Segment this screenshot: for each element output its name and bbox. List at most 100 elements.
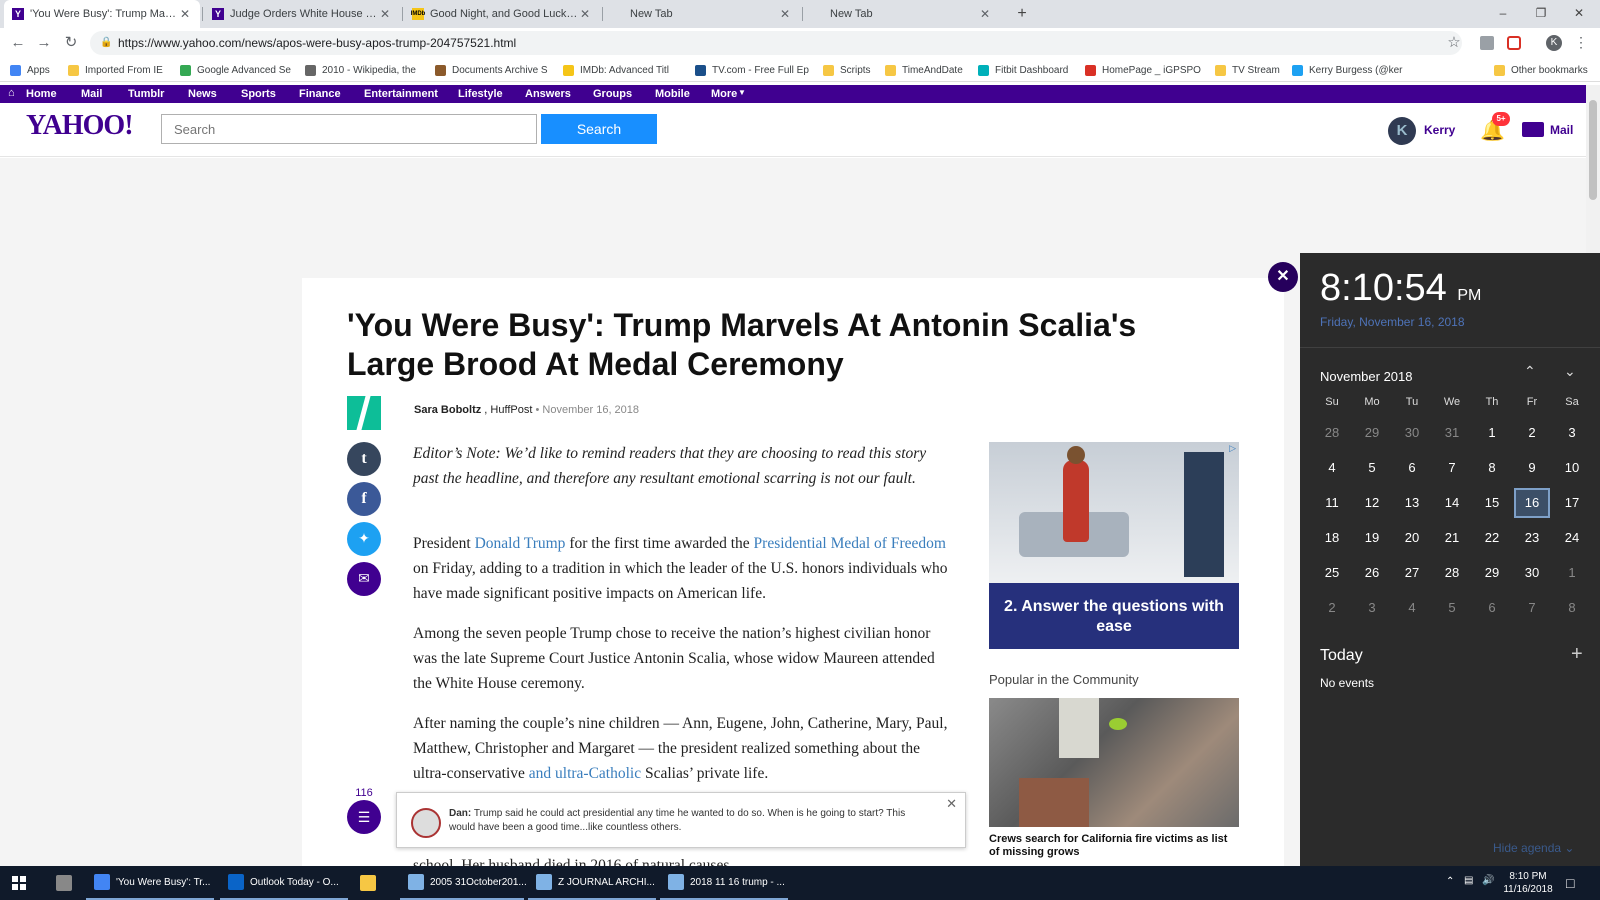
mail-icon[interactable] [1522,122,1544,137]
yahoo-nav-entertainment[interactable]: Entertainment [364,85,438,103]
close-tab-icon[interactable]: ✕ [778,7,792,21]
tray-clock[interactable]: 8:10 PM 11/16/2018 [1500,870,1556,896]
yahoo-nav-news[interactable]: News [188,85,217,103]
network-icon[interactable]: ▤ [1464,875,1473,886]
bookmark-item[interactable]: TimeAndDate [885,62,973,78]
browser-tab[interactable]: Y 'You Were Busy': Trump Marvels At✕ [4,0,200,28]
browser-tab[interactable]: Y Judge Orders White House To Re ✕ [204,0,400,28]
calendar-day[interactable]: 6 [1474,593,1510,623]
star-icon[interactable]: ☆ [1444,33,1464,53]
calendar-day[interactable]: 3 [1354,593,1390,623]
yahoo-nav-answers[interactable]: Answers [525,85,571,103]
profile-avatar[interactable]: K [1546,35,1562,51]
tumblr-share-button[interactable]: t [347,442,381,476]
facebook-share-button[interactable]: f [347,482,381,516]
user-name[interactable]: Kerry [1424,123,1455,137]
calendar-day[interactable]: 21 [1434,523,1470,553]
calendar-day[interactable]: 28 [1434,558,1470,588]
adchoices-icon[interactable]: ▷ [1229,443,1236,454]
comment-icon[interactable]: ☰ [347,800,381,834]
search-button[interactable]: Search [541,114,657,144]
taskbar-item[interactable]: 2018 11 16 trump - ... [660,866,788,900]
calendar-day[interactable]: 2 [1314,593,1350,623]
search-input[interactable] [161,114,537,144]
back-icon[interactable]: ← [8,33,28,53]
avatar[interactable]: K [1388,117,1416,145]
calendar-day[interactable]: 1 [1474,418,1510,448]
calendar-day[interactable]: 10 [1554,453,1590,483]
calendar-day[interactable]: 5 [1354,453,1390,483]
ultra-catholic-link[interactable]: and ultra-Catholic [529,765,641,782]
calendar-day[interactable]: 17 [1554,488,1590,518]
taskbar-item[interactable]: Z JOURNAL ARCHI... [528,866,656,900]
reload-icon[interactable]: ↻ [61,33,81,53]
clock-date[interactable]: Friday, November 16, 2018 [1320,315,1465,329]
chevron-up-icon[interactable]: ⌃ [1446,876,1454,887]
calendar-day[interactable]: 8 [1554,593,1590,623]
menu-icon[interactable]: ⋮ [1574,34,1588,51]
calendar-day[interactable]: 7 [1514,593,1550,623]
windows-start-icon[interactable] [12,876,26,890]
yahoo-nav-more[interactable]: More [711,85,737,103]
taskbar-item[interactable]: 2005 31October201... [400,866,527,900]
calendar-day[interactable]: 24 [1554,523,1590,553]
bookmark-item[interactable]: HomePage _ iGPSPO [1085,62,1210,78]
close-tab-icon[interactable]: ✕ [178,7,192,21]
donald-trump-link[interactable]: Donald Trump [475,535,566,552]
bookmark-item[interactable]: Google Advanced Se [180,62,300,78]
bookmark-item[interactable]: Imported From IE [68,62,173,78]
twitter-share-button[interactable]: ✦ [347,522,381,556]
taskbar-item[interactable] [352,866,396,900]
bookmark-item[interactable]: Documents Archive S [435,62,560,78]
hide-agenda-link[interactable]: Hide agenda ⌄ [1493,841,1574,855]
bookmark-item[interactable]: Other bookmarks [1494,62,1594,78]
scrollbar-thumb[interactable] [1589,100,1597,200]
bookmark-item[interactable]: Fitbit Dashboard [978,62,1080,78]
calendar-day[interactable]: 4 [1314,453,1350,483]
yahoo-nav-home[interactable]: Home [26,85,57,103]
taskbar-item[interactable]: 'You Were Busy': Tr... [86,866,214,900]
chevron-down-icon[interactable]: ⌄ [1564,363,1576,380]
yahoo-nav-sports[interactable]: Sports [241,85,276,103]
yahoo-nav-mail[interactable]: Mail [81,85,102,103]
calendar-day[interactable]: 18 [1314,523,1350,553]
calendar-day[interactable]: 8 [1474,453,1510,483]
add-event-icon[interactable]: + [1571,643,1583,666]
calendar-day[interactable]: 1 [1554,558,1590,588]
medal-of-freedom-link[interactable]: Presidential Medal of Freedom [754,535,946,552]
yahoo-nav-mobile[interactable]: Mobile [655,85,690,103]
calendar-day[interactable]: 5 [1434,593,1470,623]
yahoo-nav-tumblr[interactable]: Tumblr [128,85,164,103]
bookmark-item[interactable]: IMDb: Advanced Titl [563,62,690,78]
calendar-day[interactable]: 31 [1434,418,1470,448]
browser-tab[interactable]: New Tab ✕ [604,0,800,28]
popular-caption[interactable]: Crews search for California fire victims… [989,833,1239,859]
calendar-day[interactable]: 28 [1314,418,1350,448]
taskbar-item[interactable]: Outlook Today - O... [220,866,348,900]
calendar-day[interactable]: 2 [1514,418,1550,448]
chevron-up-icon[interactable]: ⌃ [1524,363,1536,380]
calendar-day[interactable]: 7 [1434,453,1470,483]
bookmark-item[interactable]: 2010 - Wikipedia, the [305,62,430,78]
mail-link[interactable]: Mail [1550,123,1573,137]
calendar-day[interactable]: 26 [1354,558,1390,588]
close-tab-icon[interactable]: ✕ [578,7,592,21]
calendar-day[interactable]: 16 [1514,488,1550,518]
calendar-day[interactable]: 30 [1514,558,1550,588]
calendar-day[interactable]: 22 [1474,523,1510,553]
calendar-day[interactable]: 9 [1514,453,1550,483]
calendar-day[interactable]: 3 [1554,418,1590,448]
email-share-button[interactable]: ✉ [347,562,381,596]
yahoo-nav-lifestyle[interactable]: Lifestyle [458,85,503,103]
yahoo-logo[interactable]: YAHOO! [26,110,134,142]
popular-image[interactable] [989,698,1239,827]
restore-icon[interactable]: ❐ [1522,0,1560,28]
minimize-icon[interactable]: – [1484,0,1522,28]
calendar-day[interactable]: 6 [1394,453,1430,483]
calendar-day[interactable]: 25 [1314,558,1350,588]
bookmark-item[interactable]: TV Stream [1215,62,1287,78]
bookmark-item[interactable]: Kerry Burgess (@ker [1292,62,1410,78]
browser-tab[interactable]: New Tab ✕ [804,0,1000,28]
calendar-day[interactable]: 13 [1394,488,1430,518]
yahoo-nav-finance[interactable]: Finance [299,85,341,103]
